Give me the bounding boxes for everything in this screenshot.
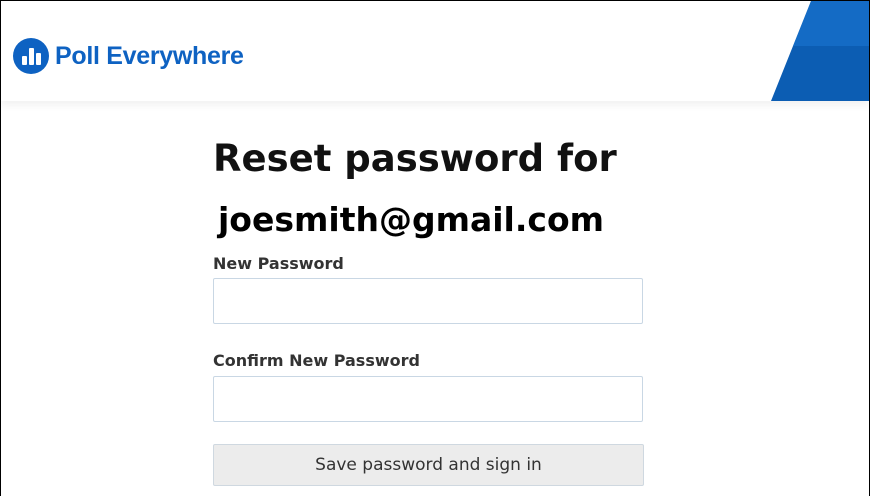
- confirm-password-label: Confirm New Password: [213, 351, 420, 370]
- logo-text: Poll Everywhere: [55, 41, 244, 70]
- site-header: Poll Everywhere: [1, 1, 869, 101]
- save-password-button[interactable]: Save password and sign in: [213, 444, 644, 486]
- account-email: joesmith@gmail.com: [218, 200, 605, 239]
- new-password-field[interactable]: [213, 278, 643, 324]
- confirm-password-field[interactable]: [213, 376, 643, 422]
- page-frame: Poll Everywhere Reset password for joesm…: [0, 0, 870, 496]
- new-password-label: New Password: [213, 254, 344, 273]
- page-title: Reset password for: [213, 137, 617, 180]
- poll-everywhere-logo-icon: [13, 38, 49, 74]
- logo[interactable]: Poll Everywhere: [13, 38, 244, 74]
- header-corner-decoration: [771, 1, 869, 101]
